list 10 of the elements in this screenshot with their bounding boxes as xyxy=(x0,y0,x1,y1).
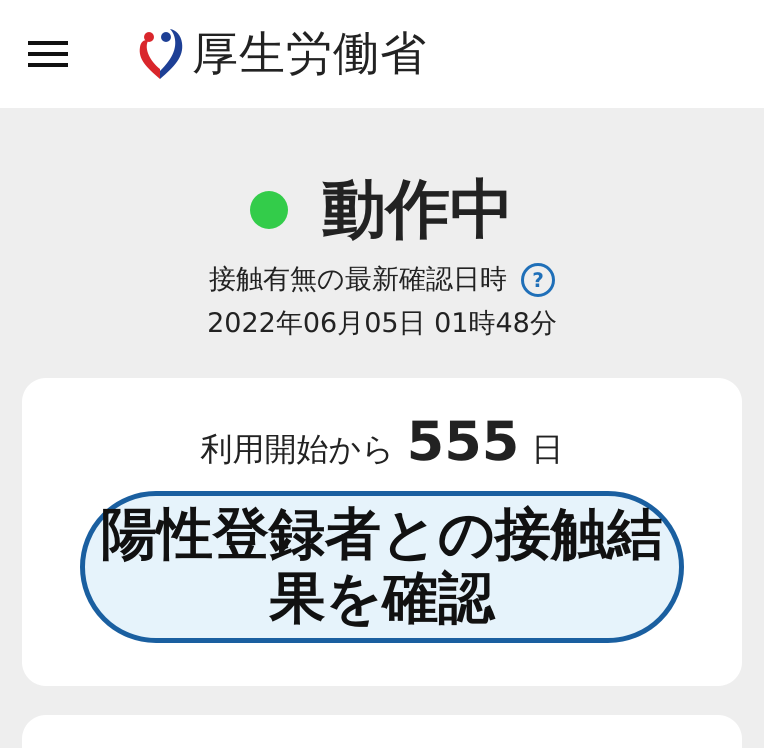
menu-icon[interactable] xyxy=(28,41,68,67)
status-text: 動作中 xyxy=(322,172,514,248)
help-button[interactable]: ? xyxy=(521,263,555,297)
usage-days: 555 xyxy=(406,410,520,473)
last-check-datetime: 2022年06月05日 01時48分 xyxy=(206,307,558,341)
usage-prefix: 利用開始から xyxy=(200,429,395,470)
check-contact-button[interactable]: 陽性登録者との接触結果を確認 xyxy=(80,491,684,643)
last-check-label: 接触有無の最新確認日時 xyxy=(209,263,507,297)
usage-suffix: 日 xyxy=(531,429,564,470)
ministry-logo-text: 厚生労働省 xyxy=(192,25,427,82)
